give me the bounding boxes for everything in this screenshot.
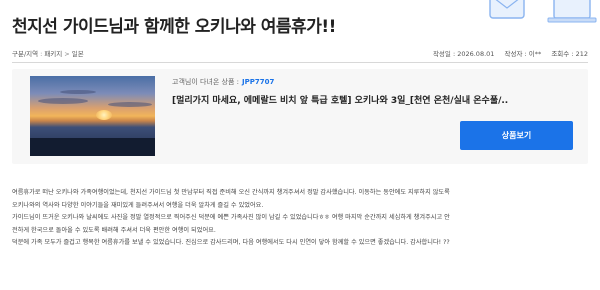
page-title: 천지선 가이드님과 함께한 오키나와 여름휴가!!	[12, 17, 336, 37]
product-code-label: 고객님이 다녀온 상품 :	[172, 78, 239, 86]
product-code-line: 고객님이 다녀온 상품 : JPP7707	[172, 77, 508, 87]
post-views: 조회수 : 212	[551, 50, 588, 58]
breadcrumb: 구분/지역: 패키지 > 일본	[12, 48, 84, 58]
cloud-shape	[60, 90, 96, 94]
divider	[12, 62, 588, 63]
product-code[interactable]: JPP7707	[242, 78, 274, 86]
decorative-illustration	[489, 0, 597, 23]
review-line: 여름휴가로 떠난 오키나와 가족여행이었는데, 천지선 가이드님 첫 만남부터 …	[12, 189, 450, 196]
cloud-shape	[38, 98, 88, 104]
meta-row: 구분/지역: 패키지 > 일본 작성일 : 2026.08.01 작성자 : 이** …	[12, 48, 588, 60]
post-date: 작성일 : 2026.08.01	[432, 50, 495, 58]
review-line: 전하게 한국으로 돌아올 수 있도록 배려해 주셔서 더욱 편안한 여행이 되었…	[12, 226, 216, 234]
review-line: 가이드님이 뜨거운 오키나와 날씨에도 사진을 정말 열정적으로 찍어주신 덕분…	[12, 214, 450, 221]
breadcrumb-separator: >	[64, 50, 70, 58]
review-line: 덕분에 가족 모두가 즐겁고 행복한 여름휴가를 보낼 수 있었습니다. 진심으…	[12, 239, 450, 246]
breadcrumb-item[interactable]: 패키지	[44, 50, 62, 58]
land-shape	[30, 138, 155, 156]
product-thumbnail[interactable]	[30, 76, 155, 156]
product-name[interactable]: [멀리가지 마세요, 에메랄드 비치 앞 특급 호텔] 오키나와 3일_[천연 …	[172, 93, 508, 106]
product-card: 고객님이 다녀온 상품 : JPP7707 [멀리가지 마세요, 에메랄드 비치 …	[12, 69, 588, 164]
cloud-shape	[108, 102, 152, 107]
review-line: 오키나와의 역사와 다양한 이야기들을 재미있게 들려주셔서 여행을 더욱 알차…	[12, 201, 264, 209]
post-meta: 작성일 : 2026.08.01 작성자 : 이** 조회수 : 212	[425, 48, 588, 58]
review-body: 여름휴가로 떠난 오키나와 가족여행이었는데, 천지선 가이드님 첫 만남부터 …	[12, 187, 590, 250]
view-product-button[interactable]: 상품보기	[460, 121, 573, 150]
sun-shape	[96, 110, 112, 120]
post-author: 작성자 : 이**	[504, 50, 542, 58]
breadcrumb-item[interactable]: 일본	[72, 50, 84, 58]
product-info: 고객님이 다녀온 상품 : JPP7707 [멀리가지 마세요, 에메랄드 비치 …	[172, 77, 508, 106]
breadcrumb-label: 구분/지역	[12, 50, 39, 58]
